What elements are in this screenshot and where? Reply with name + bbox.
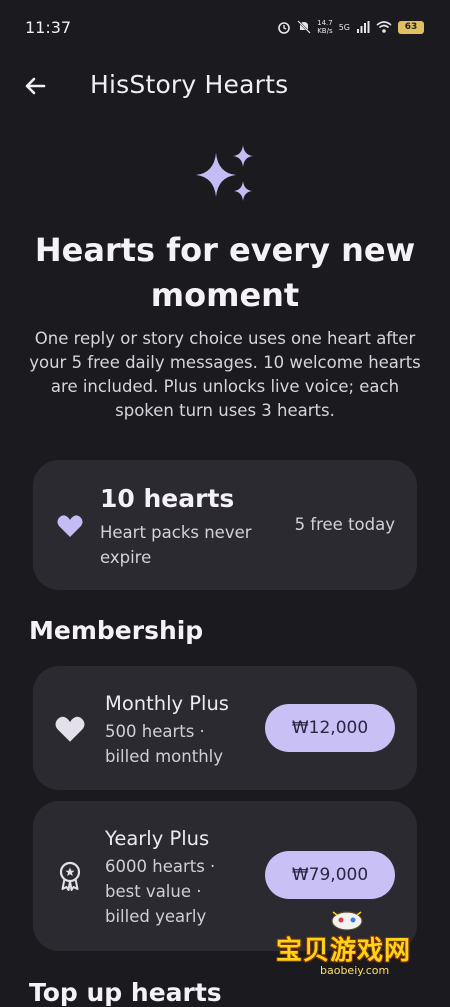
hero-description: One reply or story choice uses one heart… bbox=[29, 329, 421, 420]
hero-title: Hearts for every new moment bbox=[34, 231, 416, 314]
page-title: HisStory Hearts bbox=[90, 70, 289, 99]
network-label: 5G bbox=[338, 22, 350, 32]
watermark-logo: 宝贝游戏网 baobeiy.com bbox=[270, 908, 430, 980]
monthly-price-button[interactable]: ₩12,000 bbox=[265, 704, 395, 752]
heart-icon bbox=[55, 716, 85, 742]
wifi-icon bbox=[376, 21, 392, 33]
net-speed-unit: KB/s bbox=[317, 27, 333, 35]
status-icons: 14.7 KB/s 5G 63 bbox=[277, 17, 424, 37]
net-speed-value: 14.7 bbox=[317, 19, 333, 27]
mute-icon bbox=[297, 20, 311, 34]
heart-balance: 10 hearts bbox=[100, 484, 235, 513]
back-arrow-icon[interactable] bbox=[20, 70, 52, 102]
signal-icon bbox=[357, 21, 370, 33]
yearly-price-button[interactable]: ₩79,000 bbox=[265, 851, 395, 899]
net-speed: 14.7 KB/s bbox=[317, 19, 333, 35]
award-icon bbox=[59, 861, 81, 891]
membership-title: Membership bbox=[29, 616, 204, 645]
plan-detail: 6000 hearts · best value · billed yearly bbox=[105, 857, 216, 926]
sparkles-icon bbox=[196, 145, 253, 201]
status-bar: 11:37 14.7 KB/s 5G 63 bbox=[0, 0, 450, 52]
free-today-label: 5 free today bbox=[294, 515, 395, 534]
balance-card: 10 hearts Heart packs never expire 5 fre… bbox=[33, 460, 417, 590]
alarm-icon bbox=[278, 22, 290, 34]
balance-note: Heart packs never expire bbox=[100, 523, 252, 567]
battery-icon: 63 bbox=[398, 20, 424, 34]
plan-card-monthly[interactable]: Monthly Plus 500 hearts · billed monthly… bbox=[33, 666, 417, 790]
watermark-url: baobeiy.com bbox=[320, 964, 390, 977]
status-time: 11:37 bbox=[25, 18, 72, 37]
plan-name: Yearly Plus bbox=[105, 827, 210, 850]
plan-detail: 500 hearts · billed monthly bbox=[105, 722, 223, 766]
battery-level: 63 bbox=[404, 22, 418, 32]
app-bar: HisStory Hearts bbox=[0, 58, 450, 114]
watermark-text: 宝贝游戏网 bbox=[276, 936, 412, 966]
game-controller-icon bbox=[331, 911, 363, 931]
plan-name: Monthly Plus bbox=[105, 692, 229, 715]
topup-title: Top up hearts bbox=[29, 978, 222, 1007]
heart-icon bbox=[57, 515, 83, 537]
